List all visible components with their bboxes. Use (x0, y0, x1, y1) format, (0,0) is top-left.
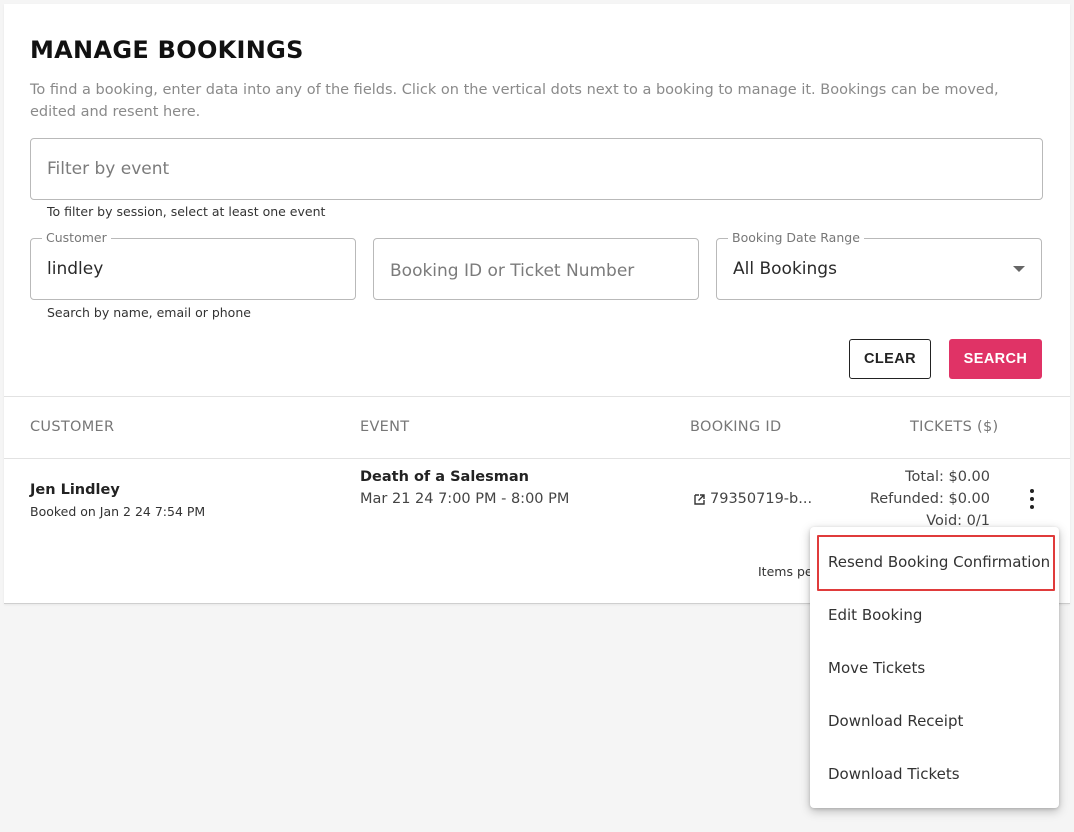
event-filter-placeholder: Filter by event (47, 159, 170, 179)
more-actions-icon[interactable] (1024, 486, 1040, 512)
column-header-event: EVENT (360, 419, 410, 435)
customer-hint: Search by name, email or phone (47, 305, 251, 320)
search-button[interactable]: SEARCH (949, 339, 1042, 379)
menu-item-download-tickets[interactable]: Download Tickets (810, 747, 1059, 800)
page-description: To find a booking, enter data into any o… (30, 82, 999, 120)
booking-id-input[interactable]: Booking ID or Ticket Number (373, 238, 699, 300)
event-time: Mar 21 24 7:00 PM - 8:00 PM (360, 491, 570, 507)
customer-label: Customer (42, 230, 111, 245)
external-link-icon[interactable] (694, 494, 705, 505)
clear-button[interactable]: CLEAR (849, 339, 931, 379)
chevron-down-icon (1013, 266, 1025, 272)
event-filter-input[interactable]: Filter by event (30, 138, 1043, 200)
customer-name: Jen Lindley (30, 482, 120, 498)
header-divider-bottom (4, 458, 1070, 459)
items-per-page-label: Items pe (758, 564, 813, 579)
tickets-total: Total: $0.00 (905, 469, 990, 485)
booked-on: Booked on Jan 2 24 7:54 PM (30, 504, 206, 519)
manage-bookings-card: MANAGE BOOKINGS To find a booking, enter… (4, 4, 1070, 604)
booking-id-placeholder: Booking ID or Ticket Number (390, 261, 635, 281)
column-header-customer: CUSTOMER (30, 419, 115, 435)
header-divider-top (4, 396, 1070, 397)
tickets-refunded: Refunded: $0.00 (869, 491, 990, 507)
column-header-booking-id: BOOKING ID (690, 419, 782, 435)
booking-id-link[interactable]: 79350719-b... (710, 491, 812, 507)
customer-input[interactable]: Customer lindley (30, 230, 356, 300)
date-range-value: All Bookings (733, 259, 837, 279)
menu-item-edit-booking[interactable]: Edit Booking (810, 588, 1059, 641)
event-name: Death of a Salesman (360, 469, 529, 485)
highlight-box (817, 535, 1055, 591)
column-header-tickets: TICKETS ($) (910, 419, 999, 435)
booking-date-range-select[interactable]: Booking Date Range All Bookings (716, 230, 1042, 300)
date-range-label: Booking Date Range (728, 230, 864, 245)
customer-value: lindley (47, 259, 104, 279)
menu-item-download-receipt[interactable]: Download Receipt (810, 694, 1059, 747)
page-title: MANAGE BOOKINGS (30, 36, 304, 64)
menu-item-move-tickets[interactable]: Move Tickets (810, 641, 1059, 694)
event-filter-hint: To filter by session, select at least on… (47, 204, 326, 219)
